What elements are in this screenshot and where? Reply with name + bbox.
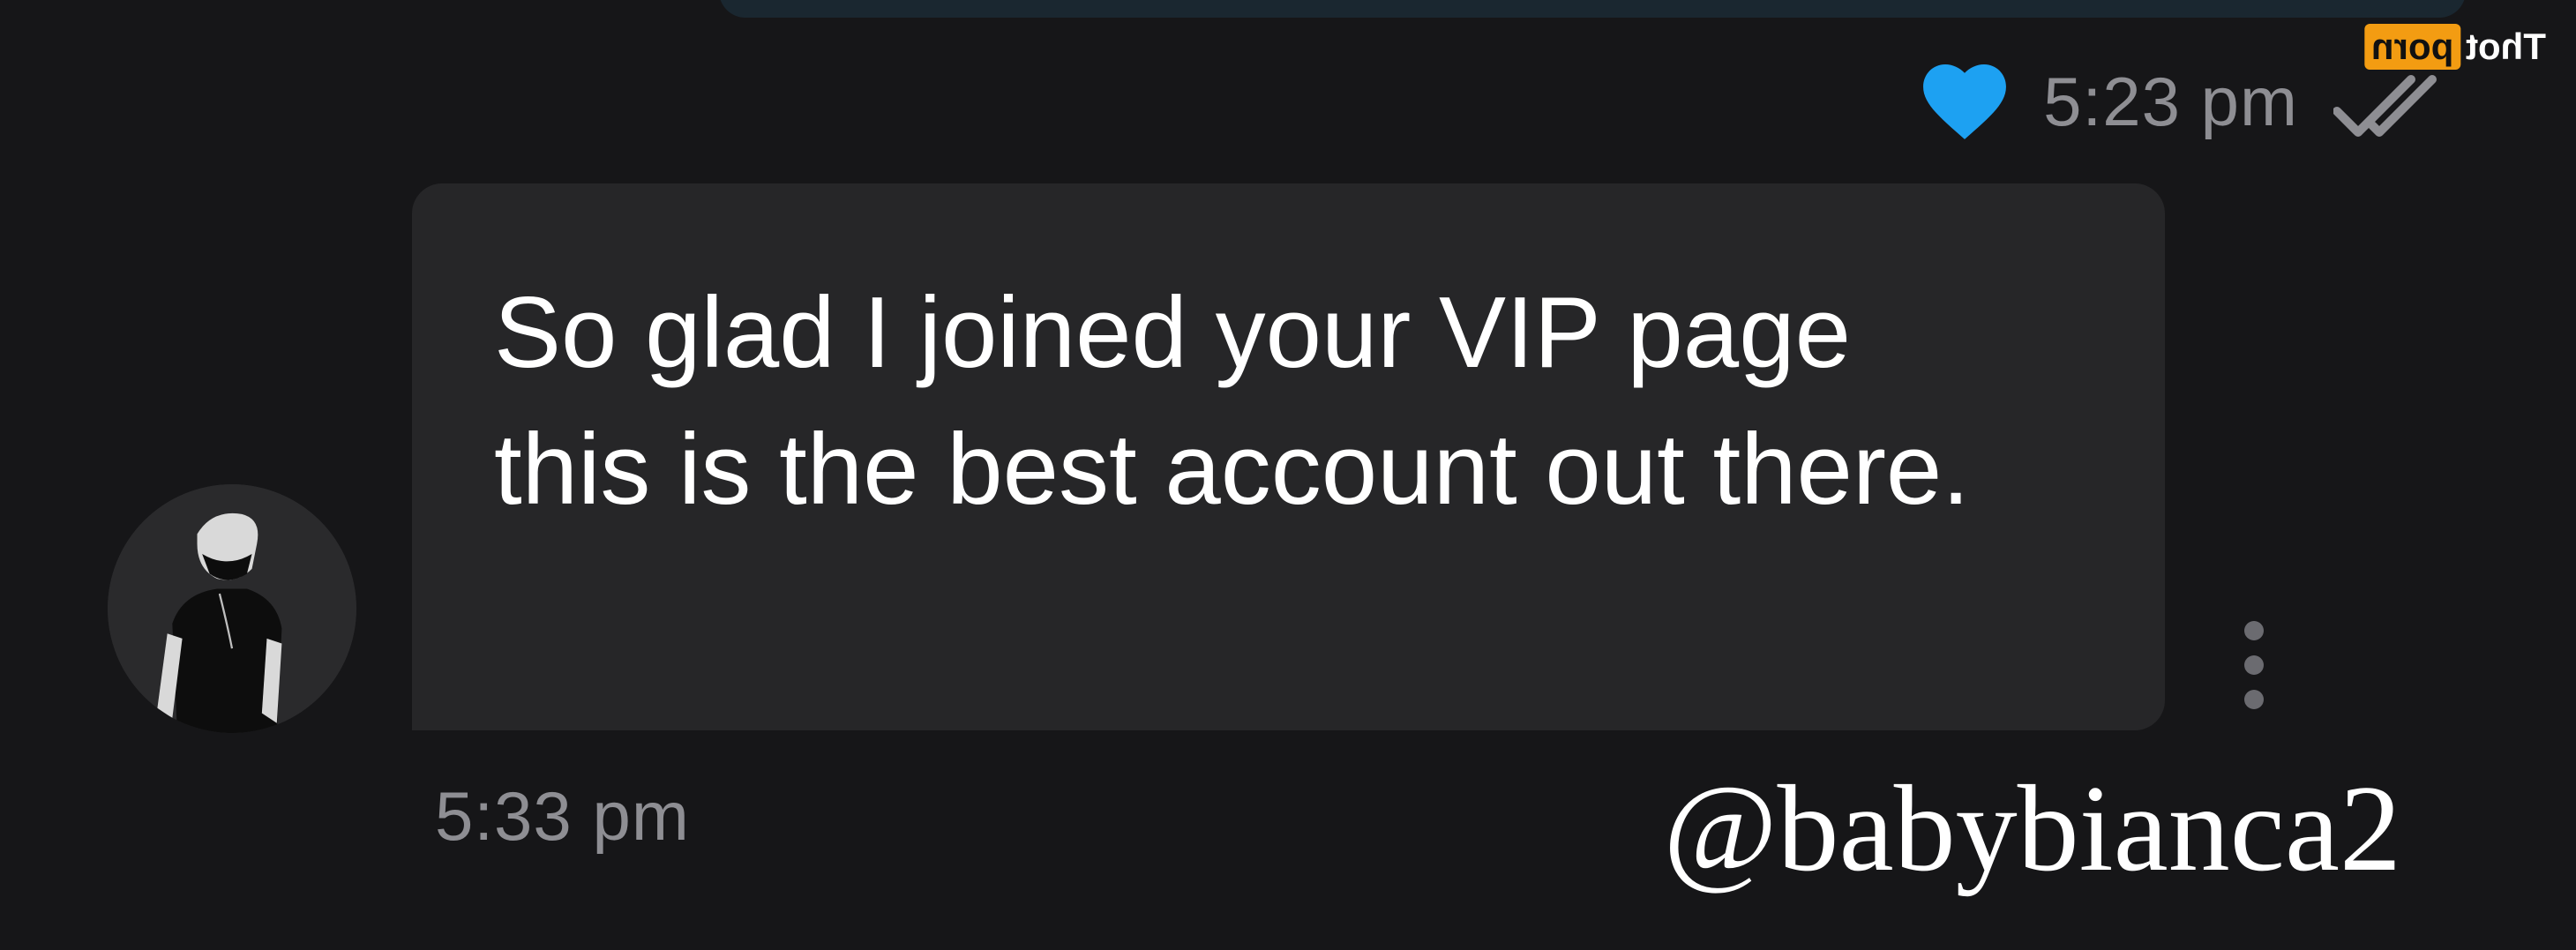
brand-watermark-badge: porn [2363, 24, 2461, 70]
kebab-dot [2244, 621, 2264, 640]
brand-watermark: porn Thot [2363, 24, 2546, 70]
kebab-menu-icon[interactable] [2234, 621, 2274, 709]
handle-watermark: @babybianca2 [1663, 760, 2401, 897]
sent-message-time: 5:23 pm [2043, 62, 2298, 140]
brand-watermark-text: Thot [2466, 26, 2546, 67]
kebab-dot [2244, 690, 2264, 709]
received-message-text: So glad I joined your VIP page this is t… [494, 277, 1970, 526]
heart-icon[interactable] [1921, 61, 2008, 142]
kebab-dot [2244, 655, 2264, 675]
avatar[interactable] [108, 484, 356, 733]
double-check-icon [2333, 75, 2437, 137]
previous-sent-message-bubble[interactable] [719, 0, 2466, 18]
received-message-time: 5:33 pm [435, 777, 690, 855]
masked-person-avatar [108, 484, 356, 733]
received-message-bubble[interactable]: So glad I joined your VIP page this is t… [412, 183, 2165, 730]
